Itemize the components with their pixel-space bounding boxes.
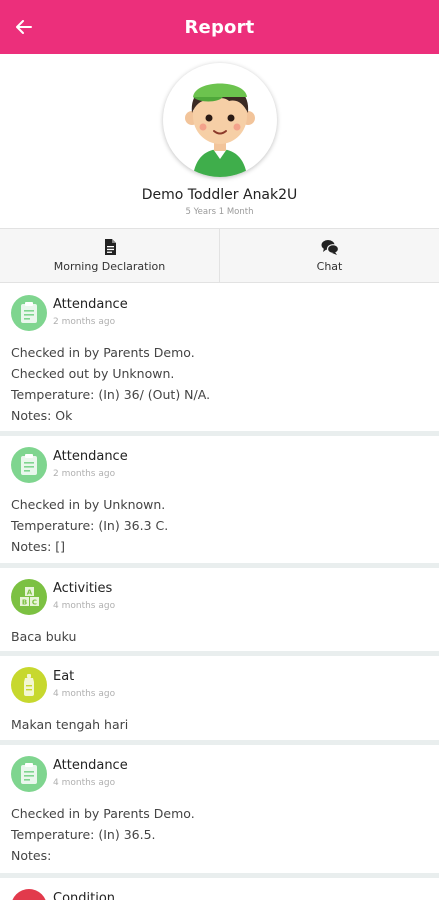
- card-title: Attendance: [53, 758, 128, 773]
- tab-chat[interactable]: Chat: [219, 229, 439, 282]
- card-time: 4 months ago: [53, 778, 116, 788]
- document-icon: [104, 239, 116, 255]
- card-line: Baca buku: [11, 629, 77, 644]
- action-tabs: Morning Declaration Chat: [0, 228, 439, 283]
- tab-label: Morning Declaration: [53, 260, 166, 273]
- card-title: Activities: [53, 581, 113, 596]
- svg-text:B: B: [22, 599, 27, 607]
- card-line: Notes: []: [11, 539, 66, 554]
- card-time: 4 months ago: [53, 689, 116, 699]
- feed-card[interactable]: Attendance 2 months ago Checked in by Pa…: [0, 284, 439, 436]
- attendance-clipboard-icon: [11, 295, 47, 331]
- bottle-icon: [11, 667, 47, 703]
- feed-card[interactable]: Condition: [0, 878, 439, 900]
- tab-morning-declaration[interactable]: Morning Declaration: [0, 229, 219, 282]
- feed-card[interactable]: Eat 4 months ago Makan tengah hari: [0, 656, 439, 745]
- page-title: Report: [184, 16, 255, 38]
- card-time: 2 months ago: [53, 469, 116, 479]
- svg-text:A: A: [27, 589, 33, 597]
- card-line: Checked out by Unknown.: [11, 366, 175, 381]
- card-body: Baca buku: [11, 626, 76, 647]
- svg-text:C: C: [32, 599, 37, 607]
- feed-card[interactable]: Attendance 2 months ago Checked in by Un…: [0, 436, 439, 568]
- card-line: Temperature: (In) 36/ (Out) N/A.: [11, 387, 211, 402]
- child-avatar-icon: [185, 83, 255, 177]
- card-line: Temperature: (In) 36.5.: [11, 827, 156, 842]
- avatar[interactable]: [163, 63, 277, 177]
- card-line: Checked in by Parents Demo.: [11, 345, 195, 360]
- chat-bubbles-icon: [321, 240, 339, 255]
- card-body: Checked in by Parents Demo. Checked out …: [11, 342, 210, 426]
- card-line: Notes: Ok: [11, 408, 73, 423]
- card-title: Attendance: [53, 449, 128, 464]
- card-line: Checked in by Unknown.: [11, 497, 166, 512]
- tab-label: Chat: [316, 260, 343, 273]
- card-title: Attendance: [53, 297, 128, 312]
- card-title: Eat: [53, 669, 75, 684]
- app-bar: Report: [0, 0, 439, 54]
- card-line: Temperature: (In) 36.3 C.: [11, 518, 169, 533]
- child-name: Demo Toddler Anak2U: [141, 187, 298, 203]
- card-line: Makan tengah hari: [11, 717, 129, 732]
- attendance-clipboard-icon: [11, 447, 47, 483]
- child-age: 5 Years 1 Month: [185, 207, 254, 217]
- card-time: 2 months ago: [53, 317, 116, 327]
- card-body: Checked in by Unknown. Temperature: (In)…: [11, 494, 168, 557]
- abc-blocks-icon: ABC: [11, 579, 47, 615]
- condition-icon: [11, 889, 47, 900]
- attendance-clipboard-icon: [11, 756, 47, 792]
- child-profile: Demo Toddler Anak2U 5 Years 1 Month: [0, 54, 439, 228]
- arrow-left-icon: [16, 20, 32, 34]
- card-time: 4 months ago: [53, 601, 116, 611]
- card-body: Checked in by Parents Demo. Temperature:…: [11, 803, 195, 866]
- card-line: Checked in by Parents Demo.: [11, 806, 195, 821]
- feed-card[interactable]: Attendance 4 months ago Checked in by Pa…: [0, 745, 439, 878]
- card-line: Notes:: [11, 848, 52, 863]
- card-title: Condition: [53, 891, 116, 900]
- card-body: Makan tengah hari: [11, 714, 128, 735]
- feed-card[interactable]: ABC Activities 4 months ago Baca buku: [0, 568, 439, 656]
- back-button[interactable]: [10, 13, 38, 41]
